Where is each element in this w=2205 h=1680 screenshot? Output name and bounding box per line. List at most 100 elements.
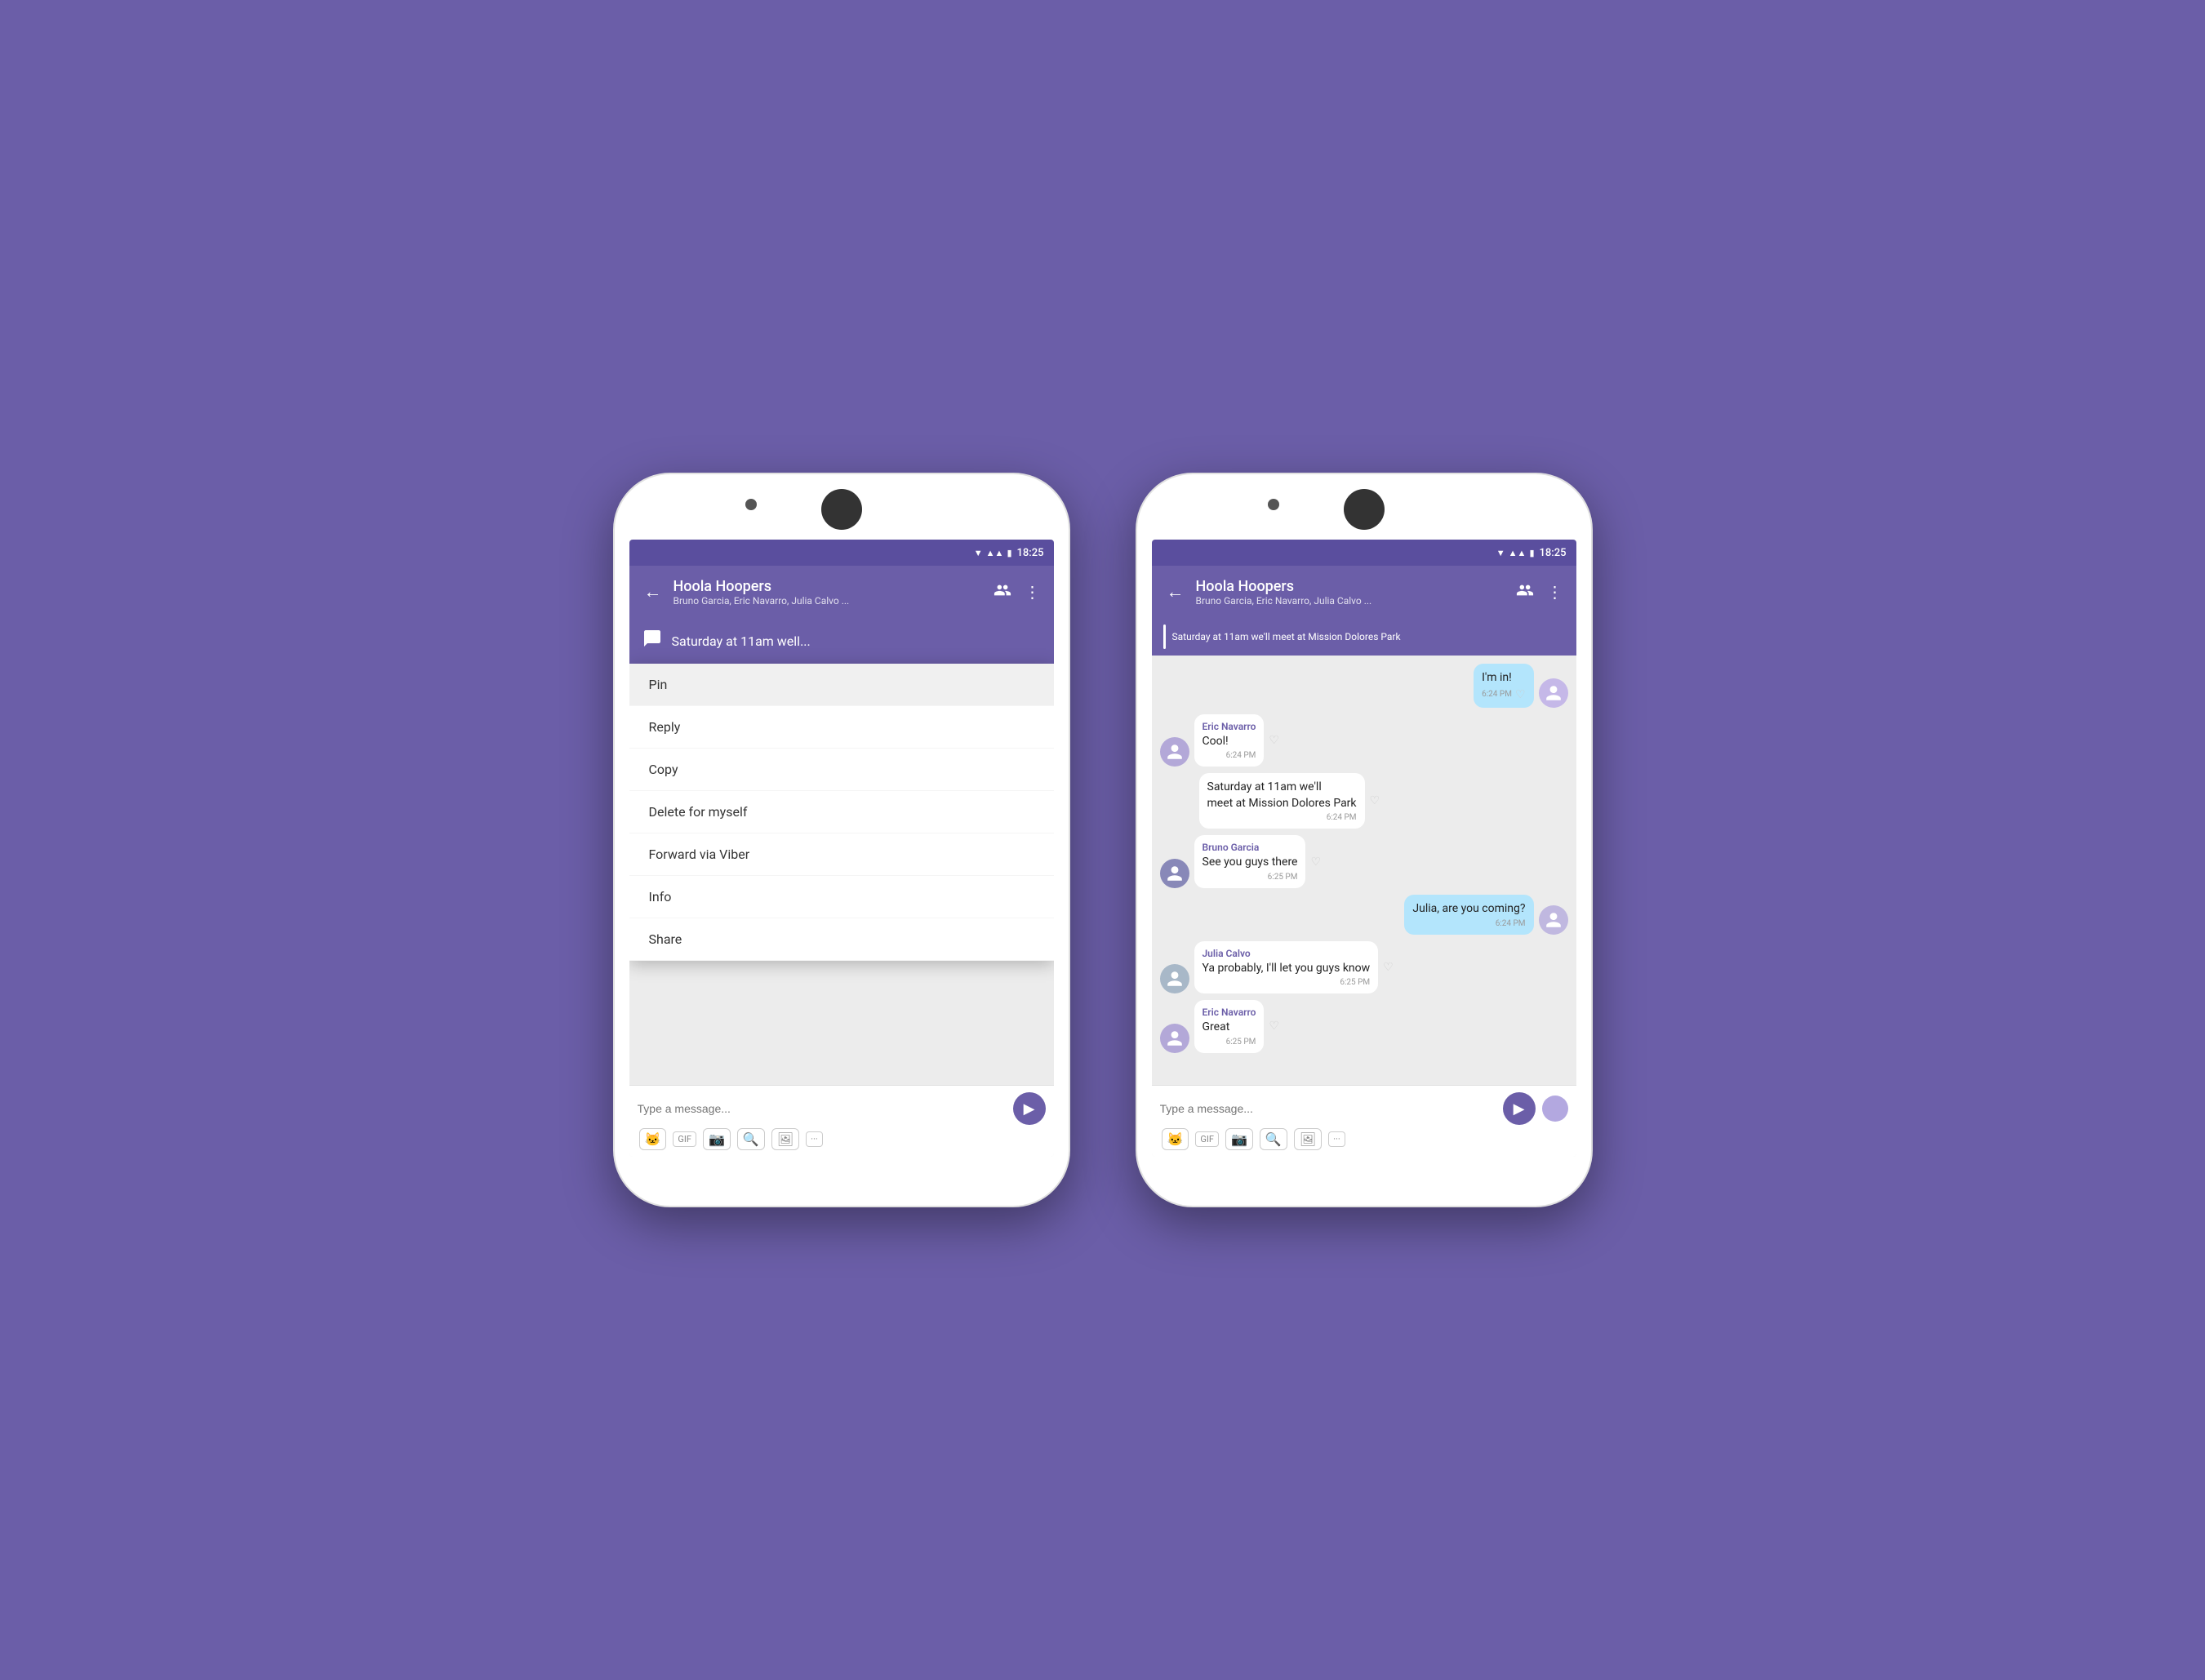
sender-p4: Bruno Garcia: [1203, 842, 1298, 853]
context-item-info[interactable]: Info: [629, 876, 1054, 918]
msg-row-p1: I'm in! 6:24 PM ♡: [1160, 664, 1568, 708]
send-button-2[interactable]: ▶: [1503, 1092, 1536, 1125]
msg-time-p2: 6:24 PM: [1226, 751, 1256, 760]
msg-meta-p2: 6:24 PM: [1203, 751, 1256, 760]
heart-icon-p6[interactable]: ♡: [1383, 961, 1394, 974]
attach-icon-1[interactable]: 🖼: [771, 1128, 799, 1150]
more-icon-2[interactable]: ⋮: [1544, 579, 1567, 605]
gif-icon-1[interactable]: GIF: [673, 1131, 696, 1147]
toolbar-actions-2: ⋮: [1513, 578, 1567, 607]
back-button-1[interactable]: ←: [639, 576, 667, 607]
more-icon-input-2[interactable]: ···: [1328, 1131, 1345, 1147]
chat-subtitle-1: Bruno Garcia, Eric Navarro, Julia Calvo …: [674, 595, 886, 607]
bubble-p2: Eric Navarro Cool! 6:24 PM: [1194, 714, 1265, 767]
back-button-2[interactable]: ←: [1162, 576, 1189, 607]
msg-time-p6: 6:25 PM: [1340, 978, 1370, 987]
emoji-icon-1[interactable]: 🐱: [639, 1128, 667, 1150]
input-area-1: ▶ 🐱 GIF 📷 🔍 🖼 ···: [629, 1085, 1054, 1157]
avatar-p6: [1160, 964, 1189, 993]
toolbar-info-2: Hoola Hoopers Bruno Garcia, Eric Navarro…: [1196, 578, 1506, 607]
msg-time-p4: 6:25 PM: [1268, 873, 1298, 882]
phone-1: ▼ ▲▲ ▮ 18:25 ← Hoola Hoopers Bruno Garci…: [613, 473, 1070, 1207]
msg-meta-p7: 6:25 PM: [1203, 1038, 1256, 1047]
context-menu-overlay: Saturday at 11am well... Pin Reply Copy …: [629, 618, 1054, 1085]
add-member-icon-2[interactable]: [1513, 578, 1537, 607]
msg-text-p5: Julia, are you coming?: [1412, 901, 1525, 918]
sender-p7: Eric Navarro: [1203, 1007, 1256, 1018]
bubble-p1: I'm in! 6:24 PM ♡: [1474, 664, 1533, 708]
bubble-p6: Julia Calvo Ya probably, I'll let you gu…: [1194, 941, 1379, 994]
add-member-icon-1[interactable]: [990, 578, 1015, 607]
wifi-icon: ▼: [974, 548, 983, 558]
context-item-delete[interactable]: Delete for myself: [629, 791, 1054, 833]
camera-icon-1[interactable]: 📷: [703, 1128, 731, 1150]
context-bubble-icon: [642, 629, 662, 653]
context-item-pin[interactable]: Pin: [629, 664, 1054, 706]
status-icons-2: ▼ ▲▲ ▮: [1496, 548, 1535, 558]
toolbar-1: ← Hoola Hoopers Bruno Garcia, Eric Navar…: [629, 566, 1054, 618]
chat-title-1: Hoola Hoopers: [674, 578, 984, 595]
status-bar-1: ▼ ▲▲ ▮ 18:25: [629, 540, 1054, 566]
gif-icon-2[interactable]: GIF: [1195, 1131, 1219, 1147]
msg-text-p6: Ya probably, I'll let you guys know: [1203, 961, 1371, 977]
pinned-banner: Saturday at 11am we'll meet at Mission D…: [1152, 618, 1576, 656]
msg-row-p2: Eric Navarro Cool! 6:24 PM ♡: [1160, 714, 1568, 767]
message-input-1[interactable]: [638, 1099, 1008, 1118]
msg-meta-p1: 6:24 PM ♡: [1482, 688, 1525, 701]
avatar-p7: [1160, 1024, 1189, 1053]
camera-icon-2[interactable]: 📷: [1225, 1128, 1253, 1150]
chat-area-1: Today 👤 I'm in! 👤 Eric Navarro Co: [629, 618, 1054, 1085]
heart-icon-p1[interactable]: ♡: [1515, 688, 1526, 701]
avatar-p2: [1160, 737, 1189, 767]
status-time-1: 18:25: [1017, 547, 1044, 559]
pinned-text: Saturday at 11am we'll meet at Mission D…: [1172, 631, 1401, 642]
toolbar-2: ← Hoola Hoopers Bruno Garcia, Eric Navar…: [1152, 566, 1576, 618]
attach-icon-2[interactable]: 🖼: [1294, 1128, 1322, 1150]
context-item-share[interactable]: Share: [629, 918, 1054, 961]
phone-2-screen: ▼ ▲▲ ▮ 18:25 ← Hoola Hoopers Bruno Garci…: [1152, 540, 1576, 1157]
context-item-reply[interactable]: Reply: [629, 706, 1054, 749]
avatar-p5: [1539, 905, 1568, 935]
input-row-2: ▶: [1160, 1092, 1568, 1125]
context-item-forward[interactable]: Forward via Viber: [629, 833, 1054, 876]
toolbar-info-1: Hoola Hoopers Bruno Garcia, Eric Navarro…: [674, 578, 984, 607]
heart-icon-p7[interactable]: ♡: [1269, 1020, 1279, 1033]
heart-icon-p2[interactable]: ♡: [1269, 734, 1279, 747]
status-bar-2: ▼ ▲▲ ▮ 18:25: [1152, 540, 1576, 566]
emoji-icon-2[interactable]: 🐱: [1162, 1128, 1189, 1150]
context-menu: Pin Reply Copy Delete for myself Forward…: [629, 664, 1054, 961]
msg-row-p7: Eric Navarro Great 6:25 PM ♡: [1160, 1000, 1568, 1053]
msg-meta-p3: 6:24 PM: [1207, 813, 1357, 822]
msg-time-p7: 6:25 PM: [1226, 1038, 1256, 1047]
signal-icon-2: ▲▲: [1509, 548, 1527, 558]
context-header: Saturday at 11am well...: [629, 618, 1054, 664]
pinned-bar: [1163, 624, 1166, 649]
msg-meta-p5: 6:24 PM: [1412, 919, 1525, 928]
send-button-1[interactable]: ▶: [1013, 1092, 1046, 1125]
phone-1-screen: ▼ ▲▲ ▮ 18:25 ← Hoola Hoopers Bruno Garci…: [629, 540, 1054, 1157]
context-item-copy[interactable]: Copy: [629, 749, 1054, 791]
toolbar-actions-1: ⋮: [990, 578, 1044, 607]
status-time-2: 18:25: [1540, 547, 1567, 559]
photo-icon-2[interactable]: 🔍: [1260, 1128, 1287, 1150]
chat-area-2: I'm in! 6:24 PM ♡ Eric Navarro: [1152, 656, 1576, 1085]
chat-title-2: Hoola Hoopers: [1196, 578, 1506, 595]
wifi-icon-2: ▼: [1496, 548, 1505, 558]
input-toolbar-1: 🐱 GIF 📷 🔍 🖼 ···: [638, 1128, 1046, 1150]
message-input-2[interactable]: [1160, 1099, 1498, 1118]
msg-text-p2: Cool!: [1203, 734, 1256, 750]
more-icon-1[interactable]: ⋮: [1021, 579, 1044, 605]
bubble-p7: Eric Navarro Great 6:25 PM: [1194, 1000, 1265, 1053]
msg-row-p3: Saturday at 11am we'llmeet at Mission Do…: [1160, 773, 1568, 829]
status-icons-1: ▼ ▲▲ ▮: [974, 548, 1012, 558]
msg-row-p6: Julia Calvo Ya probably, I'll let you gu…: [1160, 941, 1568, 994]
avatar-p1: [1539, 678, 1568, 708]
msg-text-p4: See you guys there: [1203, 855, 1298, 871]
heart-icon-p4[interactable]: ♡: [1310, 856, 1321, 869]
photo-icon-1[interactable]: 🔍: [737, 1128, 765, 1150]
heart-icon-p3[interactable]: ♡: [1370, 794, 1380, 807]
msg-time-p5: 6:24 PM: [1496, 919, 1526, 928]
msg-meta-p6: 6:25 PM: [1203, 978, 1371, 987]
more-icon-input-1[interactable]: ···: [806, 1131, 823, 1147]
sender-p6: Julia Calvo: [1203, 948, 1371, 959]
